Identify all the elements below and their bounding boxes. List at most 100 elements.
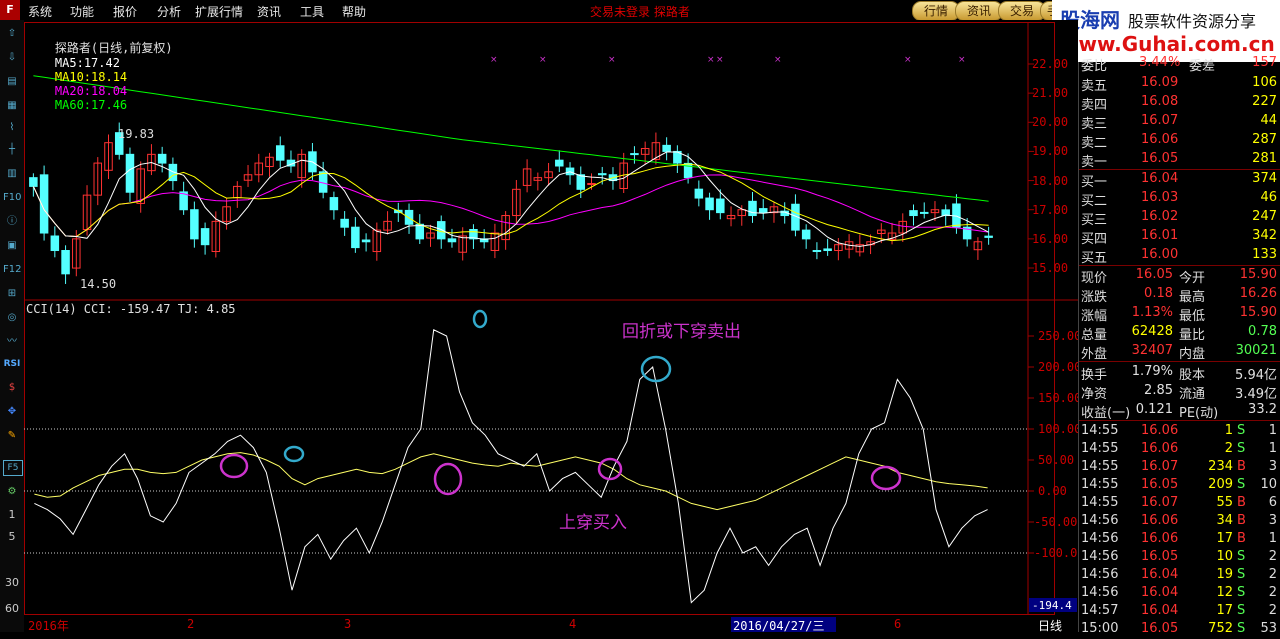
tick-price: 16.04: [1141, 567, 1179, 582]
bid-label: 买二: [1081, 194, 1108, 209]
ad-banner[interactable]: 股海网 股票软件资源分享 www.Guhai.com.cn: [1052, 0, 1280, 62]
menu-system[interactable]: 系统: [28, 3, 52, 20]
table-icon[interactable]: ▣: [3, 238, 21, 254]
ask-price: 16.06: [1141, 132, 1179, 147]
ask-row: 卖二 16.06 287: [1079, 131, 1280, 151]
rsi-icon[interactable]: RSI: [3, 356, 21, 372]
sparkline-icon[interactable]: 〰: [3, 334, 21, 350]
tick-count: 1: [1268, 423, 1277, 438]
period-30[interactable]: 30: [2, 576, 22, 589]
tick-price: 16.07: [1141, 495, 1179, 510]
period-60[interactable]: 60: [2, 602, 22, 615]
menu-quote[interactable]: 报价: [113, 3, 137, 20]
period-label[interactable]: 日线: [1038, 617, 1062, 634]
cci-cursor-value: -194.4: [1032, 599, 1072, 612]
chart-area[interactable]: × × × × × × × × -194.4 探路者(日线,前复权) MA5:17.42 MA…: [24, 20, 1085, 634]
ask-row: 卖一 16.05 281: [1079, 150, 1280, 170]
kline-icon[interactable]: ┼: [3, 142, 21, 158]
ask-price: 16.07: [1141, 113, 1179, 128]
f10-icon[interactable]: F10: [3, 190, 21, 206]
candle-body: [351, 226, 360, 249]
ask-volume: 227: [1252, 94, 1277, 109]
stat-value: 62428: [1131, 324, 1173, 339]
signal-marker: ×: [958, 55, 966, 65]
grid-icon[interactable]: ▦: [3, 98, 21, 114]
stat-row: 现价 16.05 今开 15.90: [1079, 266, 1280, 286]
quote-icon[interactable]: ⊞: [3, 286, 21, 302]
ask-volume: 281: [1252, 151, 1277, 166]
candle-body: [576, 174, 586, 190]
tick-row: 14:56 16.05 10 S 2: [1079, 548, 1280, 567]
tick-side: B: [1237, 531, 1246, 546]
stat-row: 外盘 32407 内盘 30021: [1079, 342, 1280, 362]
kline-chart[interactable]: × × × × × × × × -194.4: [24, 20, 1078, 632]
down-arrow-icon[interactable]: ⇩: [3, 50, 21, 66]
report-icon[interactable]: ▤: [3, 74, 21, 90]
tick-time: 15:00: [1081, 621, 1119, 636]
menu-function[interactable]: 功能: [70, 3, 94, 20]
tick-count: 3: [1268, 459, 1277, 474]
bid-volume: 374: [1252, 171, 1277, 186]
stat-label: 涨幅: [1081, 309, 1108, 324]
bid-volume: 46: [1260, 190, 1277, 205]
menu-tools[interactable]: 工具: [300, 3, 324, 20]
stat-value: 2.85: [1144, 383, 1173, 398]
up-arrow-icon[interactable]: ⇧: [3, 26, 21, 42]
tick-price: 16.04: [1141, 603, 1179, 618]
tick-row: 14:55 16.06 1 S 1: [1079, 422, 1280, 441]
candle-body: [705, 197, 714, 211]
stat-label: 收益(一): [1081, 406, 1131, 421]
circle-icon[interactable]: ◎: [3, 310, 21, 326]
period-1[interactable]: 1: [2, 508, 22, 521]
ask-row: 卖三 16.07 44: [1079, 112, 1280, 132]
price-axis-label: 20.00: [1032, 115, 1069, 130]
tick-price: 16.04: [1141, 585, 1179, 600]
f5-icon[interactable]: F5: [3, 460, 23, 476]
stat-label: 最低: [1179, 309, 1206, 324]
candles-icon[interactable]: ▥: [3, 166, 21, 182]
line-chart-icon[interactable]: ⌇: [3, 120, 21, 136]
tick-volume: 55: [1216, 495, 1233, 510]
candle-body: [200, 228, 210, 246]
tick-row: 14:56 16.04 12 S 2: [1079, 584, 1280, 603]
menu-extended[interactable]: 扩展行情: [195, 3, 243, 20]
cci-axis-label: 100.00: [1038, 422, 1082, 436]
ask-label: 卖一: [1081, 155, 1108, 170]
tick-row: 14:55 16.06 2 S 1: [1079, 440, 1280, 459]
dollar-icon[interactable]: $: [3, 380, 21, 396]
candle-body: [758, 208, 768, 214]
info-icon[interactable]: ⓘ: [3, 214, 21, 230]
tick-count: 6: [1268, 495, 1277, 510]
settings-icon[interactable]: ⚙: [3, 484, 21, 500]
cci-axis-label: -100.00: [1034, 546, 1085, 560]
period-5[interactable]: 5: [2, 530, 22, 543]
tab-news[interactable]: 资讯: [955, 1, 1003, 21]
commission-diff-label: 委差: [1189, 59, 1216, 74]
price-axis-label: 16.00: [1032, 231, 1069, 246]
stat-label: 外盘: [1081, 347, 1108, 362]
candle-body: [919, 211, 929, 214]
tick-price: 16.06: [1141, 441, 1179, 456]
menu-analysis[interactable]: 分析: [157, 3, 181, 20]
cross-icon[interactable]: ✥: [3, 404, 21, 420]
ma5-label: MA5:: [54, 56, 84, 70]
tab-trade[interactable]: 交易: [998, 1, 1046, 21]
ask-volume: 44: [1260, 113, 1277, 128]
bid-label: 买一: [1081, 175, 1108, 190]
ask-row: 卖四 16.08 227: [1079, 93, 1280, 113]
signal-marker: ×: [716, 55, 724, 65]
pencil-icon[interactable]: ✎: [3, 428, 21, 444]
bid-row: 买一 16.04 374: [1079, 170, 1280, 190]
f12-icon[interactable]: F12: [3, 262, 21, 278]
ask-price: 16.08: [1141, 94, 1179, 109]
date-label-year: 2016年: [28, 619, 69, 633]
bid-row: 买四 16.01 342: [1079, 227, 1280, 247]
tick-price: 16.05: [1141, 477, 1179, 492]
bid-volume: 342: [1252, 228, 1277, 243]
stat-label: 总量: [1081, 328, 1108, 343]
stat-value: 1.13%: [1131, 305, 1173, 320]
tick-row: 14:55 16.05 209 S 10: [1079, 476, 1280, 495]
tab-quote[interactable]: 行情: [912, 1, 960, 21]
menu-news[interactable]: 资讯: [257, 3, 281, 20]
menu-help[interactable]: 帮助: [342, 3, 366, 20]
